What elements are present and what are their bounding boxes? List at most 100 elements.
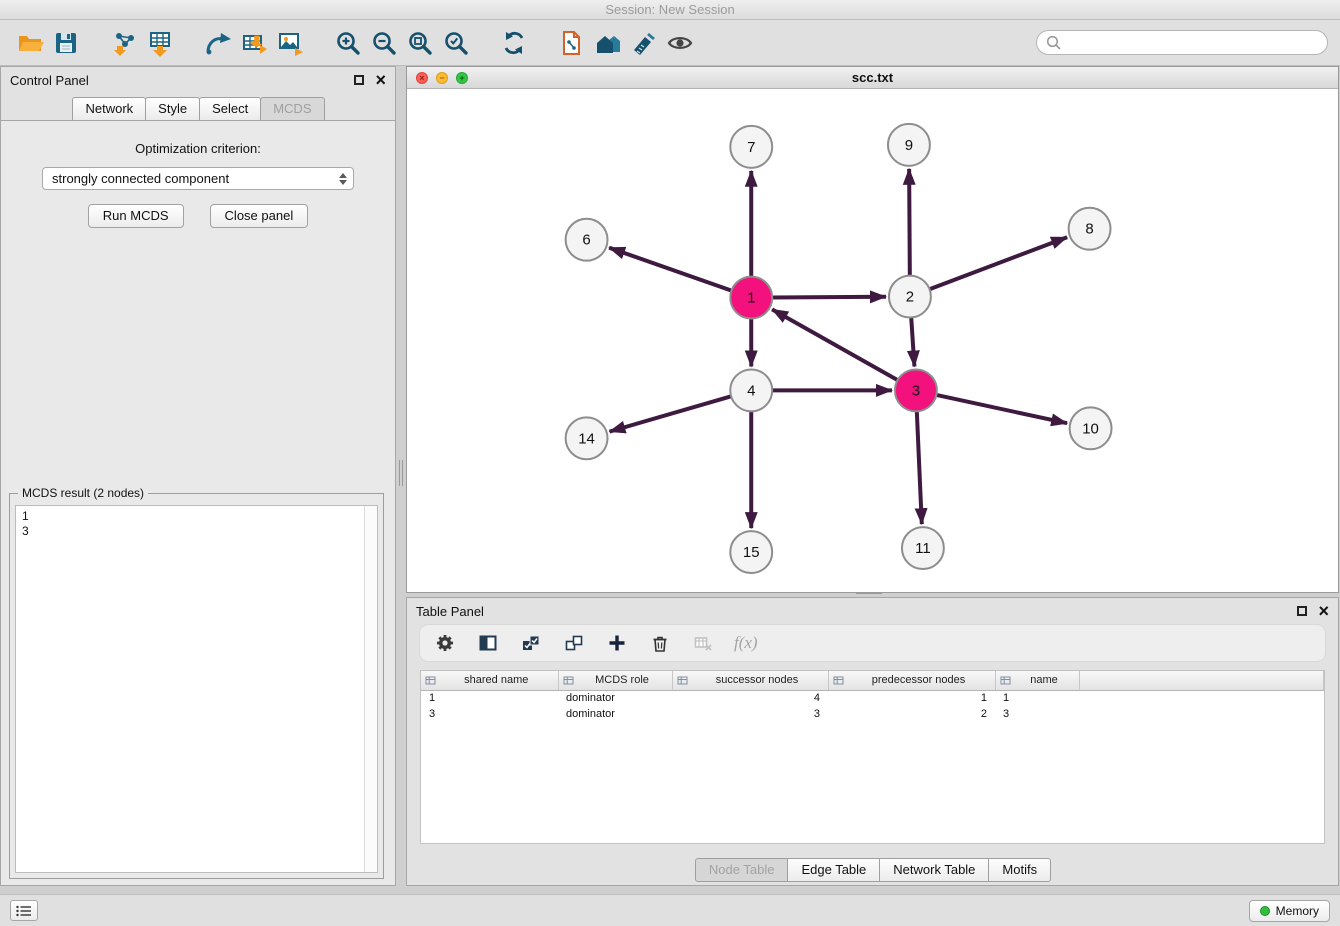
graph-node-2[interactable]: 2 bbox=[889, 276, 931, 318]
home-button[interactable] bbox=[590, 25, 626, 61]
graph-edge-1-2[interactable] bbox=[772, 297, 886, 298]
graph-node-8[interactable]: 8 bbox=[1069, 208, 1111, 250]
graph-edge-3-1[interactable] bbox=[772, 309, 898, 380]
export-network-button[interactable] bbox=[200, 25, 236, 61]
graph-node-14[interactable]: 14 bbox=[566, 417, 608, 459]
document-network-button[interactable] bbox=[554, 25, 590, 61]
graph-node-3[interactable]: 3 bbox=[895, 369, 937, 411]
cell-name: 3 bbox=[995, 706, 1079, 722]
search-input[interactable] bbox=[1066, 35, 1318, 50]
tab-network-table[interactable]: Network Table bbox=[879, 858, 989, 882]
export-image-button[interactable] bbox=[272, 25, 308, 61]
network-window-titlebar[interactable]: × − + scc.txt bbox=[407, 67, 1338, 89]
column-sort-icon bbox=[563, 675, 574, 689]
tab-select[interactable]: Select bbox=[199, 97, 261, 120]
float-table-panel-icon[interactable] bbox=[1297, 606, 1307, 616]
style-brush-button[interactable] bbox=[626, 25, 662, 61]
search-icon bbox=[1046, 35, 1061, 50]
show-column-panel-button[interactable] bbox=[476, 631, 500, 655]
close-window-icon[interactable]: × bbox=[416, 72, 428, 84]
graph-node-7[interactable]: 7 bbox=[730, 126, 772, 168]
zoom-in-button[interactable] bbox=[330, 25, 366, 61]
graph-node-10[interactable]: 10 bbox=[1070, 407, 1112, 449]
search-field[interactable] bbox=[1036, 30, 1328, 55]
cell-successor-nodes: 3 bbox=[672, 706, 828, 722]
zoom-selected-button[interactable] bbox=[438, 25, 474, 61]
close-panel-icon[interactable]: × bbox=[375, 74, 386, 86]
result-scrollbar[interactable] bbox=[364, 506, 377, 872]
float-panel-icon[interactable] bbox=[354, 75, 364, 85]
delete-table-icon bbox=[693, 633, 713, 653]
graph-edge-4-14[interactable] bbox=[610, 396, 732, 431]
graph-node-6[interactable]: 6 bbox=[566, 219, 608, 261]
add-column-button[interactable] bbox=[605, 631, 629, 655]
tab-mcds[interactable]: MCDS bbox=[260, 97, 324, 120]
column-header-predecessor-nodes[interactable]: predecessor nodes bbox=[828, 671, 995, 690]
graph-node-15[interactable]: 15 bbox=[730, 531, 772, 573]
network-graph: 7 9 6 8 1 2 4 3 14 10 15 11 bbox=[407, 89, 1338, 592]
graph-node-1[interactable]: 1 bbox=[730, 277, 772, 319]
table-row[interactable]: 1 dominator 4 1 1 bbox=[421, 690, 1324, 706]
graph-edge-2-8[interactable] bbox=[929, 237, 1067, 289]
graph-edge-1-6[interactable] bbox=[609, 248, 731, 291]
close-panel-button[interactable]: Close panel bbox=[210, 204, 309, 228]
tab-edge-table[interactable]: Edge Table bbox=[787, 858, 880, 882]
memory-label: Memory bbox=[1276, 904, 1319, 918]
graph-edge-3-11[interactable] bbox=[917, 411, 922, 524]
graph-node-label: 8 bbox=[1085, 221, 1093, 238]
maximize-window-icon[interactable]: + bbox=[456, 72, 468, 84]
tab-network[interactable]: Network bbox=[72, 97, 146, 120]
import-table-button[interactable] bbox=[142, 25, 178, 61]
home-icon bbox=[594, 29, 622, 57]
tab-motifs[interactable]: Motifs bbox=[988, 858, 1051, 882]
graph-node-11[interactable]: 11 bbox=[902, 527, 944, 569]
memory-button[interactable]: Memory bbox=[1249, 900, 1330, 922]
table-row[interactable]: 3 dominator 3 2 3 bbox=[421, 706, 1324, 722]
tab-node-table[interactable]: Node Table bbox=[695, 858, 789, 882]
vertical-splitter-handle[interactable] bbox=[397, 460, 405, 486]
column-header-successor-nodes[interactable]: successor nodes bbox=[672, 671, 828, 690]
zoom-out-button[interactable] bbox=[366, 25, 402, 61]
graph-node-9[interactable]: 9 bbox=[888, 124, 930, 166]
import-table-icon bbox=[146, 29, 174, 57]
network-canvas[interactable]: 7 9 6 8 1 2 4 3 14 10 15 11 bbox=[407, 89, 1338, 592]
graph-node-4[interactable]: 4 bbox=[730, 369, 772, 411]
table-settings-button[interactable] bbox=[433, 631, 457, 655]
graph-edge-3-10[interactable] bbox=[936, 395, 1067, 423]
graph-edge-2-3[interactable] bbox=[911, 318, 914, 367]
zoom-fit-button[interactable] bbox=[402, 25, 438, 61]
close-table-panel-icon[interactable]: × bbox=[1318, 605, 1329, 617]
column-header-name[interactable]: name bbox=[995, 671, 1079, 690]
import-network-button[interactable] bbox=[106, 25, 142, 61]
minimize-window-icon[interactable]: − bbox=[436, 72, 448, 84]
criterion-select-value: strongly connected component bbox=[52, 171, 229, 186]
run-mcds-button[interactable]: Run MCDS bbox=[88, 204, 184, 228]
open-session-button[interactable] bbox=[12, 25, 48, 61]
criterion-select[interactable]: strongly connected component bbox=[42, 167, 354, 190]
mcds-result-area: 1 3 bbox=[15, 505, 378, 873]
column-header-mcds-role[interactable]: MCDS role bbox=[558, 671, 672, 690]
tab-style[interactable]: Style bbox=[145, 97, 200, 120]
save-session-button[interactable] bbox=[48, 25, 84, 61]
show-details-button[interactable] bbox=[662, 25, 698, 61]
unselect-all-columns-button[interactable] bbox=[562, 631, 586, 655]
column-header-shared-name[interactable]: shared name bbox=[421, 671, 558, 690]
select-all-columns-button[interactable] bbox=[519, 631, 543, 655]
graph-node-label: 7 bbox=[747, 139, 755, 156]
table-panel-header: Table Panel × bbox=[407, 598, 1338, 624]
window-title: Session: New Session bbox=[605, 2, 734, 17]
task-history-button[interactable] bbox=[10, 900, 38, 921]
window-titlebar[interactable]: Session: New Session bbox=[0, 0, 1340, 20]
plus-icon bbox=[607, 633, 627, 653]
memory-status-icon bbox=[1260, 906, 1270, 916]
export-table-button[interactable] bbox=[236, 25, 272, 61]
refresh-button[interactable] bbox=[496, 25, 532, 61]
eye-icon bbox=[666, 29, 694, 57]
document-network-icon bbox=[558, 29, 586, 57]
delete-column-button[interactable] bbox=[648, 631, 672, 655]
graph-edge-2-9[interactable] bbox=[909, 169, 910, 276]
cell-filler bbox=[1079, 690, 1324, 706]
import-network-icon bbox=[110, 29, 138, 57]
save-icon bbox=[52, 29, 80, 57]
refresh-icon bbox=[500, 29, 528, 57]
